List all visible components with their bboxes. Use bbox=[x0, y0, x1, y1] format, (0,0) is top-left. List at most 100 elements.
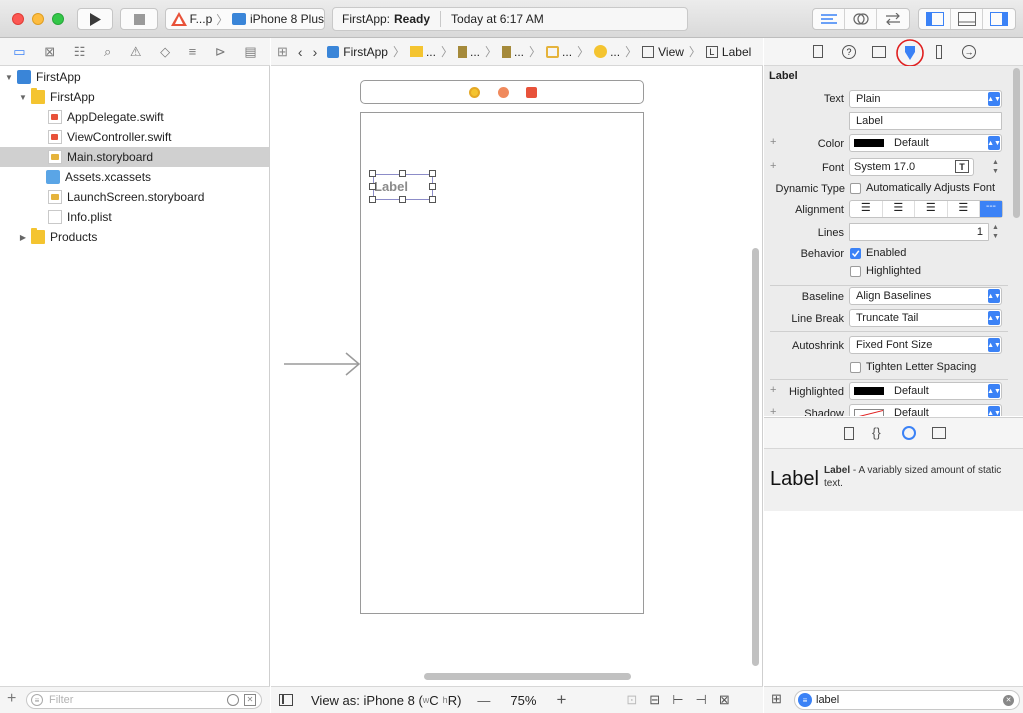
autoshrink-popup[interactable]: Fixed Font Size ▲▼ bbox=[849, 336, 1002, 354]
tree-item-file[interactable]: AppDelegate.swift bbox=[0, 107, 269, 127]
back-button[interactable]: ‹ bbox=[298, 44, 303, 60]
warning-icon[interactable]: ⚠ bbox=[130, 44, 142, 60]
text-field[interactable]: Label bbox=[849, 112, 1002, 130]
grid-view-icon[interactable]: ⊞ bbox=[771, 691, 782, 707]
resolve-icon[interactable]: ⊠ bbox=[719, 692, 730, 708]
tree-item-group[interactable]: ▼ FirstApp bbox=[0, 87, 269, 107]
run-button[interactable] bbox=[77, 8, 113, 30]
related-items-icon[interactable]: ⊞ bbox=[277, 44, 288, 60]
inspector-scrollbar[interactable] bbox=[1013, 68, 1020, 218]
document-outline-icon[interactable] bbox=[279, 694, 293, 706]
filter-field[interactable]: ≡ Filter ✕ bbox=[26, 691, 262, 709]
object-library-icon[interactable] bbox=[902, 426, 916, 440]
align-natural-icon[interactable]: --- bbox=[980, 201, 1002, 217]
disclosure-icon[interactable]: ▼ bbox=[4, 73, 14, 82]
test-icon[interactable]: ◇ bbox=[160, 44, 170, 60]
size-inspector-icon[interactable] bbox=[936, 45, 942, 59]
embed-icon[interactable]: ⊡ bbox=[626, 692, 637, 708]
horizontal-scrollbar[interactable] bbox=[424, 673, 631, 680]
zoom-out-button[interactable]: — bbox=[477, 693, 490, 708]
media-library-icon[interactable] bbox=[932, 427, 946, 439]
align-right-icon[interactable]: ☰ bbox=[915, 201, 948, 217]
library-item[interactable]: Label Label - A variably sized amount of… bbox=[764, 449, 1023, 511]
search-icon[interactable]: ⌕ bbox=[104, 44, 111, 60]
recent-icon[interactable] bbox=[227, 694, 239, 706]
jump-item-base[interactable]: ... bbox=[514, 45, 524, 59]
forward-button[interactable]: › bbox=[313, 44, 318, 60]
view-as-label[interactable]: View as: iPhone 8 ( bbox=[311, 693, 423, 708]
align-icon[interactable]: ⊢ bbox=[672, 692, 683, 708]
source-control-icon[interactable]: ⊠ bbox=[44, 44, 55, 60]
report-icon[interactable]: ▤ bbox=[244, 44, 256, 60]
toggle-debug-button[interactable] bbox=[951, 9, 983, 29]
jump-item-project[interactable]: FirstApp bbox=[343, 45, 388, 59]
jump-item-scene[interactable]: ... bbox=[562, 45, 572, 59]
resize-handle[interactable] bbox=[399, 196, 406, 203]
tree-item-file[interactable]: Assets.xcassets bbox=[0, 167, 269, 187]
hierarchy-icon[interactable]: ☷ bbox=[74, 44, 86, 60]
align-center-icon[interactable]: ☰ bbox=[883, 201, 915, 217]
toggle-utilities-button[interactable] bbox=[983, 9, 1015, 29]
resize-handle[interactable] bbox=[399, 170, 406, 177]
identity-inspector-icon[interactable] bbox=[872, 46, 886, 58]
line-break-popup[interactable]: Truncate Tail ▲▼ bbox=[849, 309, 1002, 327]
highlighted-color-popup[interactable]: Default ▲▼ bbox=[849, 382, 1002, 400]
font-stepper[interactable]: ▲ ▼ bbox=[992, 158, 999, 176]
resize-handle[interactable] bbox=[369, 196, 376, 203]
tree-item-file-selected[interactable]: Main.storyboard bbox=[0, 147, 269, 167]
jump-item-view[interactable]: View bbox=[658, 45, 684, 59]
jump-item-file[interactable]: ... bbox=[470, 45, 480, 59]
help-icon[interactable]: ? bbox=[842, 45, 856, 59]
vertical-scrollbar[interactable] bbox=[752, 248, 759, 666]
toggle-navigator-button[interactable] bbox=[919, 9, 951, 29]
resize-handle[interactable] bbox=[429, 170, 436, 177]
add-icon[interactable]: + bbox=[7, 690, 16, 708]
dynamic-type-checkbox[interactable] bbox=[850, 183, 861, 194]
code-snippet-icon[interactable]: {} bbox=[872, 425, 881, 440]
highlighted-checkbox[interactable] bbox=[850, 266, 861, 277]
tree-item-file[interactable]: LaunchScreen.storyboard bbox=[0, 187, 269, 207]
minimize-window-button[interactable] bbox=[32, 13, 44, 25]
debug-icon[interactable]: ≡ bbox=[189, 44, 197, 59]
align-left-icon[interactable]: ☰ bbox=[850, 201, 883, 217]
stop-button[interactable] bbox=[120, 8, 158, 30]
tree-item-group[interactable]: ▶ Products bbox=[0, 227, 269, 247]
jump-item-group[interactable]: ... bbox=[426, 45, 436, 59]
zoom-window-button[interactable] bbox=[52, 13, 64, 25]
lines-stepper[interactable]: ▲ ▼ bbox=[992, 223, 999, 241]
connections-inspector-icon[interactable]: → bbox=[962, 45, 976, 59]
file-template-icon[interactable] bbox=[844, 427, 854, 440]
tree-item-project[interactable]: ▼ FirstApp bbox=[0, 67, 269, 87]
exit-icon[interactable] bbox=[526, 87, 537, 98]
align-justify-icon[interactable]: ☰ bbox=[948, 201, 980, 217]
resize-handle[interactable] bbox=[369, 170, 376, 177]
clear-icon[interactable]: ✕ bbox=[1003, 695, 1014, 706]
version-editor-button[interactable] bbox=[877, 9, 909, 29]
tighten-checkbox[interactable] bbox=[850, 362, 861, 373]
standard-editor-button[interactable] bbox=[813, 9, 845, 29]
resize-handle[interactable] bbox=[369, 183, 376, 190]
scheme-selector[interactable]: F...p 〉 iPhone 8 Plus bbox=[165, 8, 325, 30]
tree-item-file[interactable]: Info.plist bbox=[0, 207, 269, 227]
stack-icon[interactable]: ⊟ bbox=[649, 692, 660, 708]
tree-item-file[interactable]: ViewController.swift bbox=[0, 127, 269, 147]
view-controller-icon[interactable] bbox=[469, 87, 480, 98]
font-picker-icon[interactable]: T bbox=[955, 160, 969, 173]
shadow-popup[interactable]: Default ▲▼ bbox=[849, 404, 1002, 416]
file-inspector-icon[interactable] bbox=[813, 45, 823, 58]
breakpoint-icon[interactable]: ⊳ bbox=[215, 44, 226, 60]
baseline-popup[interactable]: Align Baselines ▲▼ bbox=[849, 287, 1002, 305]
color-popup[interactable]: Default ▲▼ bbox=[849, 134, 1002, 152]
first-responder-icon[interactable] bbox=[498, 87, 509, 98]
lines-field[interactable]: 1 bbox=[849, 223, 989, 241]
disclosure-icon[interactable]: ▼ bbox=[18, 93, 28, 102]
resize-handle[interactable] bbox=[429, 183, 436, 190]
zoom-in-button[interactable]: + bbox=[556, 690, 566, 710]
jump-item-controller[interactable]: ... bbox=[610, 45, 620, 59]
enabled-checkbox[interactable] bbox=[850, 248, 861, 259]
jump-item-label[interactable]: Label bbox=[722, 45, 751, 59]
disclosure-collapsed-icon[interactable]: ▶ bbox=[18, 233, 28, 242]
scene-dock[interactable] bbox=[360, 80, 644, 104]
font-field[interactable]: System 17.0 T bbox=[849, 158, 974, 176]
pin-icon[interactable]: ⊣ bbox=[696, 692, 707, 708]
